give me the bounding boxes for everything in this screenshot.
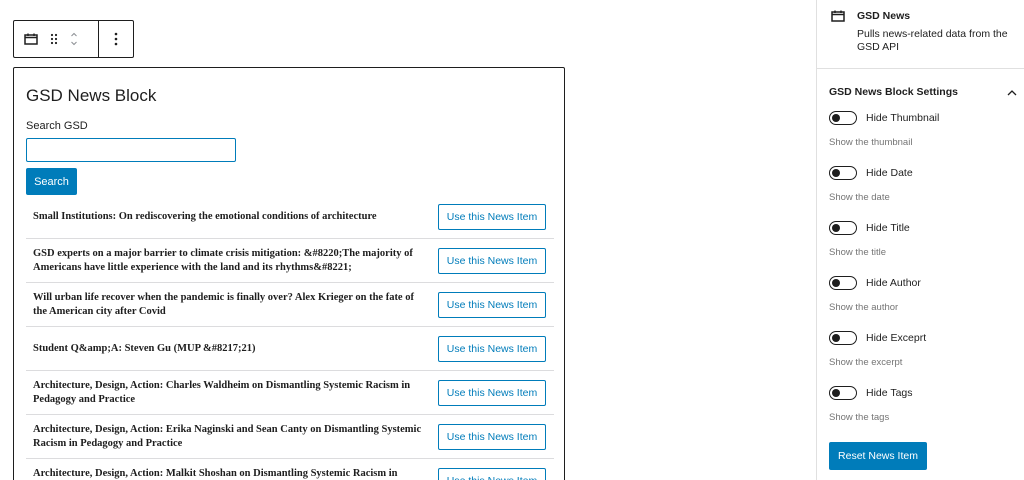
toggle-label: Hide Date	[866, 167, 913, 179]
use-news-item-button[interactable]: Use this News Item	[438, 291, 546, 318]
block-toolbar	[13, 20, 134, 58]
news-row: Architecture, Design, Action: Erika Nagi…	[26, 415, 554, 459]
more-options-icon[interactable]	[114, 21, 118, 57]
block-card-description: Pulls news-related data from the GSD API	[857, 28, 1008, 53]
setting-hide-excerpt: Hide Exceprt Show the excerpt	[829, 330, 1017, 385]
toggle-knob	[832, 114, 840, 122]
news-title: Architecture, Design, Action: Erika Nagi…	[33, 423, 422, 449]
calendar-icon	[831, 9, 845, 27]
hide-tags-toggle[interactable]	[829, 386, 857, 400]
toggle-label: Hide Exceprt	[866, 332, 927, 344]
move-up-down-icon[interactable]	[70, 21, 78, 57]
setting-hide-title: Hide Title Show the title	[829, 220, 1017, 275]
sidebar-divider	[817, 68, 1024, 69]
toggle-knob	[832, 334, 840, 342]
news-row: GSD experts on a major barrier to climat…	[26, 239, 554, 283]
hide-date-toggle[interactable]	[829, 166, 857, 180]
help-text: Show the author	[829, 302, 899, 313]
use-news-item-button[interactable]: Use this News Item	[438, 335, 546, 362]
toggle-label: Hide Author	[866, 277, 921, 289]
help-text: Show the date	[829, 192, 890, 203]
drag-handle-icon[interactable]	[50, 21, 58, 57]
news-row: Will urban life recover when the pandemi…	[26, 283, 554, 327]
news-title: Student Q&amp;A: Steven Gu (MUP &#8217;2…	[33, 342, 256, 354]
setting-hide-thumbnail: Hide Thumbnail Show the thumbnail	[829, 110, 1017, 165]
settings-panel-toggle[interactable]: GSD News Block Settings	[829, 83, 1017, 101]
use-news-item-button[interactable]: Use this News Item	[438, 467, 546, 480]
toggle-knob	[832, 279, 840, 287]
chevron-up-icon	[1007, 83, 1017, 101]
setting-hide-author: Hide Author Show the author	[829, 275, 1017, 330]
use-news-item-button[interactable]: Use this News Item	[438, 203, 546, 230]
news-title: GSD experts on a major barrier to climat…	[33, 247, 413, 273]
toggle-label: Hide Title	[866, 222, 910, 234]
news-title: Architecture, Design, Action: Malkit Sho…	[33, 467, 398, 479]
toolbar-group-block	[14, 21, 99, 57]
use-news-item-button[interactable]: Use this News Item	[438, 379, 546, 406]
setting-hide-date: Hide Date Show the date	[829, 165, 1017, 220]
reset-news-item-button[interactable]: Reset News Item	[829, 442, 927, 470]
help-text: Show the excerpt	[829, 357, 903, 368]
news-list: Small Institutions: On rediscovering the…	[26, 195, 554, 480]
search-input[interactable]	[26, 138, 236, 162]
calendar-icon[interactable]	[24, 21, 38, 57]
toolbar-group-options	[99, 21, 133, 57]
toggle-label: Hide Tags	[866, 387, 913, 399]
hide-author-toggle[interactable]	[829, 276, 857, 290]
toggle-label: Hide Thumbnail	[866, 112, 940, 124]
news-row: Architecture, Design, Action: Malkit Sho…	[26, 459, 554, 480]
search-button[interactable]: Search	[26, 168, 77, 195]
search-label: Search GSD	[26, 120, 88, 132]
block-title: GSD News Block	[26, 86, 157, 105]
settings-panel-title: GSD News Block Settings	[829, 86, 958, 98]
gsd-news-block: GSD News Block Search GSD Search Small I…	[13, 67, 565, 480]
toggle-knob	[832, 169, 840, 177]
news-title: Architecture, Design, Action: Charles Wa…	[33, 379, 411, 405]
block-card-title: GSD News	[857, 10, 911, 22]
news-row: Architecture, Design, Action: Charles Wa…	[26, 371, 554, 415]
use-news-item-button[interactable]: Use this News Item	[438, 423, 546, 450]
news-title: Small Institutions: On rediscovering the…	[33, 210, 377, 222]
help-text: Show the tags	[829, 412, 890, 423]
setting-hide-tags: Hide Tags Show the tags	[829, 385, 1017, 440]
news-title: Will urban life recover when the pandemi…	[33, 291, 414, 317]
help-text: Show the title	[829, 247, 887, 258]
hide-excerpt-toggle[interactable]	[829, 331, 857, 345]
settings-sidebar: GSD News Pulls news-related data from th…	[816, 0, 1024, 480]
help-text: Show the thumbnail	[829, 137, 913, 148]
toggle-knob	[832, 224, 840, 232]
news-row: Small Institutions: On rediscovering the…	[26, 195, 554, 239]
toggle-knob	[832, 389, 840, 397]
hide-title-toggle[interactable]	[829, 221, 857, 235]
hide-thumbnail-toggle[interactable]	[829, 111, 857, 125]
use-news-item-button[interactable]: Use this News Item	[438, 247, 546, 274]
settings-list: Hide Thumbnail Show the thumbnail Hide D…	[829, 110, 1017, 440]
news-row: Student Q&amp;A: Steven Gu (MUP &#8217;2…	[26, 327, 554, 371]
